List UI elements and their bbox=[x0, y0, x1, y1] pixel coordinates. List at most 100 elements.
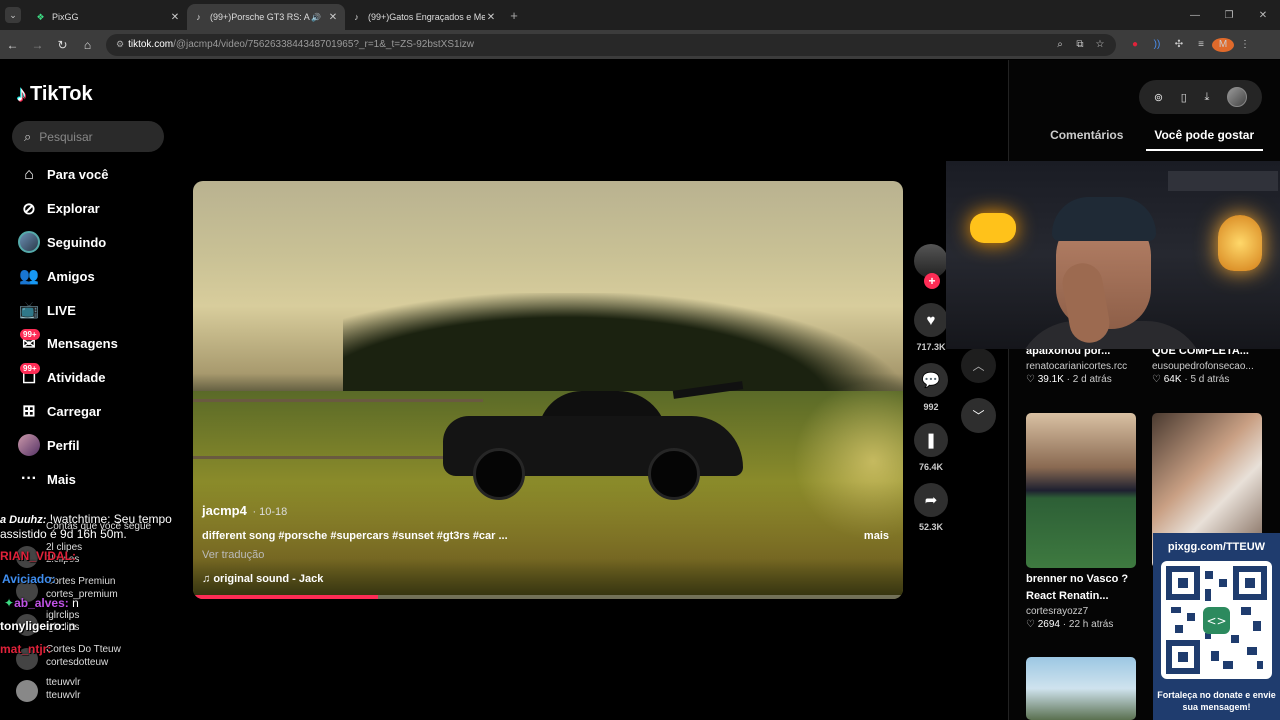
tab-pixgg[interactable]: ❖ PixGG ✕ bbox=[29, 4, 187, 30]
comment-icon[interactable]: 💬 bbox=[914, 363, 948, 397]
previous-video-chevron-up-icon[interactable]: ︿ bbox=[961, 348, 996, 383]
heart-icon[interactable]: ♥ bbox=[914, 303, 948, 337]
tab-porsche-video[interactable]: ♪ (99+)Porsche GT3 RS: A Sup 🔊 ✕ bbox=[187, 4, 345, 30]
notification-badge: 99+ bbox=[20, 328, 40, 340]
stream-chat-overlay: Contas que você segue 2l clipes 2lclipes… bbox=[0, 508, 195, 720]
streamer-webcam bbox=[946, 161, 1280, 349]
coins-icon[interactable]: ⊚ bbox=[1154, 91, 1163, 104]
extensions-puzzle-icon[interactable]: ✣ bbox=[1168, 39, 1190, 50]
profile-avatar[interactable]: M bbox=[1212, 37, 1234, 52]
restore-icon[interactable]: ❐ bbox=[1212, 10, 1246, 21]
author-avatar-button[interactable]: + bbox=[912, 244, 950, 289]
card-likes: 2694 bbox=[1037, 619, 1060, 630]
sidebar-item-label: LIVE bbox=[47, 302, 76, 318]
translate-link[interactable]: Ver tradução bbox=[202, 549, 264, 561]
save-button[interactable]: ❚ 76.4K bbox=[912, 423, 950, 472]
more-button[interactable]: mais bbox=[864, 530, 889, 542]
sidebar-item-label: Carregar bbox=[47, 403, 102, 419]
phone-icon[interactable]: ▯ bbox=[1181, 91, 1187, 104]
sidebar-item-seguindo[interactable]: Seguindo bbox=[12, 226, 182, 260]
tiktok-logo[interactable]: ♪ TikTok bbox=[16, 81, 93, 107]
tab-search-button[interactable]: ⌄ bbox=[5, 7, 21, 23]
video-description[interactable]: different song #porsche #supercars #suns… bbox=[202, 530, 508, 542]
search-icon: ⌕ bbox=[24, 128, 32, 144]
card-kebab-icon[interactable]: ⋮ bbox=[1127, 571, 1131, 588]
back-icon[interactable]: ← bbox=[0, 38, 25, 52]
reload-icon[interactable]: ↻ bbox=[50, 38, 75, 52]
zoom-icon[interactable]: ⌕ bbox=[1050, 39, 1070, 50]
tab-gatos-video[interactable]: ♪ (99+)Gatos Engraçados e Mem ✕ bbox=[345, 4, 503, 30]
followed-name[interactable]: tteuwvlr bbox=[46, 677, 80, 688]
close-window-icon[interactable]: ✕ bbox=[1246, 10, 1280, 21]
tab-comentarios[interactable]: Comentários bbox=[1028, 125, 1146, 151]
share-button[interactable]: ➦ 52.3K bbox=[912, 483, 950, 532]
close-tab-icon[interactable]: ✕ bbox=[485, 12, 497, 23]
suggested-video-card[interactable]: brenner no Vasco ? React Renatin... ⋮ co… bbox=[1026, 413, 1138, 630]
sidebar-item-perfil[interactable]: Perfil bbox=[12, 428, 182, 462]
sidebar-item-label: Perfil bbox=[47, 437, 80, 453]
share-icon[interactable]: ➦ bbox=[914, 483, 948, 517]
download-icon[interactable]: ⤓ bbox=[1205, 91, 1210, 104]
avatar[interactable] bbox=[16, 680, 38, 702]
next-video-chevron-down-icon[interactable]: ﹀ bbox=[961, 398, 996, 433]
card-title-text: brenner no Vasco ? React Renatin... bbox=[1026, 573, 1129, 602]
video-progress-bar[interactable] bbox=[193, 595, 903, 599]
bookmark-star-icon[interactable]: ☆ bbox=[1090, 39, 1110, 50]
card-stats: ♡ 2694 · 22 h atrás bbox=[1026, 619, 1114, 630]
forward-icon[interactable]: → bbox=[25, 38, 50, 52]
card-author[interactable]: eusoupedrofonsecao... bbox=[1152, 361, 1264, 372]
video-author[interactable]: jacmp4 · 10-18 bbox=[202, 503, 287, 518]
bookmark-icon[interactable]: ❚ bbox=[914, 423, 948, 457]
sound-link[interactable]: ♫ original sound - Jack bbox=[202, 573, 323, 585]
url-host: tiktok.com bbox=[128, 39, 174, 50]
comment-button[interactable]: 💬 992 bbox=[912, 363, 950, 412]
sidebar-item-atividade[interactable]: ☐ 99+ Atividade bbox=[12, 361, 182, 395]
window-controls: — ❐ ✕ bbox=[1178, 0, 1280, 30]
author-name[interactable]: jacmp4 bbox=[202, 503, 247, 518]
sidebar-item-amigos[interactable]: 👥 Amigos bbox=[12, 259, 182, 293]
followed-name[interactable]: Cortes Do Tteuw bbox=[46, 644, 121, 655]
profile-avatar[interactable] bbox=[1227, 87, 1248, 107]
audio-playing-icon[interactable]: 🔊 bbox=[311, 13, 321, 22]
search-input[interactable]: ⌕ Pesquisar bbox=[12, 121, 164, 152]
minimize-icon[interactable]: — bbox=[1178, 10, 1212, 21]
video-progress-fill bbox=[193, 595, 378, 599]
tab-voce-pode-gostar[interactable]: Você pode gostar bbox=[1145, 125, 1263, 151]
install-app-icon[interactable]: ⧉ bbox=[1070, 39, 1090, 50]
chat-username: RIAN_VIDAL: bbox=[0, 549, 77, 563]
suggested-video-card[interactable]: QUE COMPLETA... eusoupedrofonsecao... ♡ … bbox=[1152, 343, 1264, 385]
home-icon[interactable]: ⌂ bbox=[75, 38, 100, 52]
close-tab-icon[interactable]: ✕ bbox=[169, 12, 181, 23]
lamp-glow bbox=[970, 213, 1016, 243]
close-tab-icon[interactable]: ✕ bbox=[327, 12, 339, 23]
card-age: 5 d atrás bbox=[1190, 374, 1230, 385]
follow-plus-icon[interactable]: + bbox=[924, 273, 940, 289]
record-extension-icon[interactable]: ● bbox=[1124, 39, 1146, 50]
address-bar[interactable]: ⚙ tiktok.com/@jacmp4/video/7562633844348… bbox=[106, 33, 1116, 56]
new-tab-button[interactable]: + bbox=[503, 8, 525, 23]
tab-title: PixGG bbox=[52, 12, 79, 22]
followed-name[interactable]: Cortes Premiun bbox=[46, 576, 115, 587]
card-thumbnail[interactable] bbox=[1026, 657, 1136, 720]
menu-kebab-icon[interactable]: ⋮ bbox=[1234, 39, 1256, 50]
video-player[interactable]: jacmp4 · 10-18 different song #porsche #… bbox=[193, 181, 903, 599]
card-thumbnail[interactable] bbox=[1026, 413, 1136, 568]
heart-outline-icon: ♡ bbox=[1152, 374, 1164, 385]
sidebar-item-mensagens[interactable]: ✉ 99+ Mensagens bbox=[12, 327, 182, 361]
url-text[interactable]: tiktok.com/@jacmp4/video/756263384434870… bbox=[128, 39, 1050, 50]
media-controls-icon[interactable]: ≡ bbox=[1190, 39, 1212, 50]
svg-text:<>: <> bbox=[1206, 614, 1226, 628]
card-author[interactable]: cortesrayozz7 bbox=[1026, 606, 1138, 617]
sidebar-item-mais[interactable]: ··· Mais bbox=[12, 462, 182, 496]
sidebar-item-carregar[interactable]: ⊞ Carregar bbox=[12, 395, 182, 429]
like-button[interactable]: ♥ 717.3K bbox=[912, 303, 950, 352]
site-info-icon[interactable]: ⚙ bbox=[116, 39, 124, 50]
audio-extension-icon[interactable]: )) bbox=[1146, 39, 1168, 50]
suggested-video-card[interactable] bbox=[1026, 657, 1138, 720]
sidebar-item-explorar[interactable]: ⊘ Explorar bbox=[12, 192, 182, 226]
sidebar-item-para-voce[interactable]: ⌂ Para você bbox=[12, 158, 182, 192]
card-author[interactable]: renatocarianicortes.rcc bbox=[1026, 361, 1138, 372]
sidebar-item-live[interactable]: 📺 LIVE bbox=[12, 293, 182, 327]
suggested-video-card[interactable]: apaixonou por... renatocarianicortes.rcc… bbox=[1026, 343, 1138, 385]
card-stats: ♡ 64K · 5 d atrás bbox=[1152, 374, 1230, 385]
